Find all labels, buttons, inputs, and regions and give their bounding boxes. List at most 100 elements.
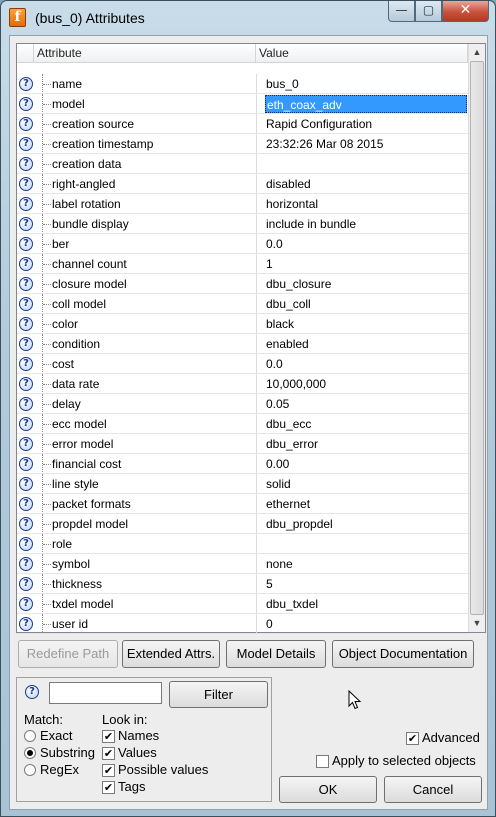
attribute-value[interactable]: black xyxy=(266,314,294,334)
checkbox-indicator[interactable]: ✔ xyxy=(102,781,115,794)
attribute-value[interactable]: none xyxy=(266,554,293,574)
scroll-down-arrow-icon[interactable]: ▼ xyxy=(469,615,485,632)
attribute-value[interactable]: dbu_closure xyxy=(266,274,331,294)
table-row[interactable]: ? error model dbu_error xyxy=(17,434,468,454)
attribute-value[interactable]: 0.00 xyxy=(266,454,289,474)
scroll-up-arrow-icon[interactable]: ▲ xyxy=(469,44,485,61)
table-row[interactable]: ? data rate 10,000,000 xyxy=(17,374,468,394)
help-icon[interactable]: ? xyxy=(19,497,33,511)
attribute-value[interactable]: 0.0 xyxy=(266,234,283,254)
table-row[interactable]: ? condition enabled xyxy=(17,334,468,354)
ok-button[interactable]: OK xyxy=(279,776,377,803)
help-icon[interactable]: ? xyxy=(19,277,33,291)
help-icon[interactable]: ? xyxy=(19,217,33,231)
column-header-attribute[interactable]: Attribute xyxy=(34,44,256,63)
attribute-value[interactable]: dbu_propdel xyxy=(266,514,333,534)
help-icon[interactable]: ? xyxy=(19,417,33,431)
help-icon[interactable]: ? xyxy=(19,477,33,491)
attributes-table[interactable]: Attribute Value ? name bus_0? model eth_coax… xyxy=(16,43,486,634)
table-row[interactable]: ? symbol none xyxy=(17,554,468,574)
checkbox-indicator[interactable] xyxy=(316,755,329,768)
attribute-value[interactable]: solid xyxy=(266,474,291,494)
help-icon[interactable]: ? xyxy=(19,517,33,531)
help-icon[interactable]: ? xyxy=(25,685,39,699)
checkbox-indicator[interactable]: ✔ xyxy=(406,732,419,745)
table-row[interactable]: ? label rotation horizontal xyxy=(17,194,468,214)
table-row[interactable]: ? line style solid xyxy=(17,474,468,494)
help-icon[interactable]: ? xyxy=(19,97,33,111)
help-icon[interactable]: ? xyxy=(19,597,33,611)
app-icon[interactable]: f xyxy=(9,8,26,27)
filter-button[interactable]: Filter xyxy=(169,681,268,708)
attribute-value[interactable]: dbu_error xyxy=(266,434,318,454)
table-row[interactable]: ? name bus_0 xyxy=(17,74,468,94)
table-row[interactable]: ? channel count 1 xyxy=(17,254,468,274)
table-row[interactable]: ? financial cost 0.00 xyxy=(17,454,468,474)
redefine-path-button[interactable]: Redefine Path xyxy=(18,640,118,668)
table-row[interactable]: ? model eth_coax_adv xyxy=(17,94,468,114)
attribute-value[interactable]: 1 xyxy=(266,254,273,274)
attribute-value[interactable]: dbu_ecc xyxy=(266,414,311,434)
help-icon[interactable]: ? xyxy=(19,257,33,271)
help-icon[interactable]: ? xyxy=(19,557,33,571)
attribute-value[interactable]: 5 xyxy=(266,574,273,594)
table-row[interactable]: ? cost 0.0 xyxy=(17,354,468,374)
attribute-value[interactable]: 23:32:26 Mar 08 2015 xyxy=(266,134,383,154)
table-row[interactable]: ? thickness 5 xyxy=(17,574,468,594)
radio-indicator[interactable] xyxy=(24,747,36,759)
table-row[interactable]: ? packet formats ethernet xyxy=(17,494,468,514)
attribute-value[interactable]: enabled xyxy=(266,334,309,354)
attribute-value[interactable]: ethernet xyxy=(266,494,310,514)
attribute-value[interactable]: Rapid Configuration xyxy=(266,114,372,134)
table-row[interactable]: ? user id 0 xyxy=(17,614,468,634)
cancel-button[interactable]: Cancel xyxy=(384,776,482,803)
help-icon[interactable]: ? xyxy=(19,457,33,471)
table-row[interactable]: ? color black xyxy=(17,314,468,334)
table-row[interactable]: ? closure model dbu_closure xyxy=(17,274,468,294)
help-icon[interactable]: ? xyxy=(19,77,33,91)
attribute-value[interactable]: horizontal xyxy=(266,194,318,214)
attribute-value[interactable]: 10,000,000 xyxy=(266,374,326,394)
attribute-value[interactable]: dbu_coll xyxy=(266,294,311,314)
help-icon[interactable]: ? xyxy=(19,197,33,211)
help-icon[interactable]: ? xyxy=(19,137,33,151)
object-documentation-button[interactable]: Object Documentation xyxy=(332,640,474,668)
table-row[interactable]: ? creation timestamp 23:32:26 Mar 08 2015 xyxy=(17,134,468,154)
help-icon[interactable]: ? xyxy=(19,437,33,451)
table-row[interactable]: ? coll model dbu_coll xyxy=(17,294,468,314)
help-icon[interactable]: ? xyxy=(19,377,33,391)
table-row[interactable]: ? creation data xyxy=(17,154,468,174)
title-bar[interactable]: f (bus_0) Attributes — ▢ ✕ xyxy=(1,1,495,35)
table-row[interactable]: ? ber 0.0 xyxy=(17,234,468,254)
attribute-value[interactable]: bus_0 xyxy=(266,74,299,94)
attribute-value[interactable]: 0.0 xyxy=(266,354,283,374)
help-icon[interactable]: ? xyxy=(19,537,33,551)
model-details-button[interactable]: Model Details xyxy=(226,640,326,668)
help-icon[interactable]: ? xyxy=(19,577,33,591)
attribute-value[interactable]: include in bundle xyxy=(266,214,356,234)
scrollbar-thumb[interactable] xyxy=(470,61,484,615)
help-icon[interactable]: ? xyxy=(19,317,33,331)
help-icon[interactable]: ? xyxy=(19,297,33,311)
attribute-value[interactable]: eth_coax_adv xyxy=(265,95,467,113)
table-row[interactable]: ? right-angled disabled xyxy=(17,174,468,194)
help-icon[interactable]: ? xyxy=(19,177,33,191)
help-icon[interactable]: ? xyxy=(19,237,33,251)
vertical-scrollbar[interactable]: ▲ ▼ xyxy=(468,44,485,632)
extended-attrs-button[interactable]: Extended Attrs. xyxy=(122,640,220,668)
checkbox-indicator[interactable]: ✔ xyxy=(102,764,115,777)
help-icon[interactable]: ? xyxy=(19,157,33,171)
close-button[interactable]: ✕ xyxy=(442,1,489,22)
table-row[interactable]: ? propdel model dbu_propdel xyxy=(17,514,468,534)
maximize-button[interactable]: ▢ xyxy=(415,1,442,22)
filter-input[interactable] xyxy=(49,682,162,704)
table-row[interactable]: ? ecc model dbu_ecc xyxy=(17,414,468,434)
table-row[interactable]: ? delay 0.05 xyxy=(17,394,468,414)
help-icon[interactable]: ? xyxy=(19,397,33,411)
table-row[interactable]: ? txdel model dbu_txdel xyxy=(17,594,468,614)
table-row[interactable]: ? creation source Rapid Configuration xyxy=(17,114,468,134)
table-row[interactable]: ? bundle display include in bundle xyxy=(17,214,468,234)
attribute-value[interactable]: 0 xyxy=(266,614,273,634)
help-icon[interactable]: ? xyxy=(19,337,33,351)
checkbox-indicator[interactable]: ✔ xyxy=(102,747,115,760)
